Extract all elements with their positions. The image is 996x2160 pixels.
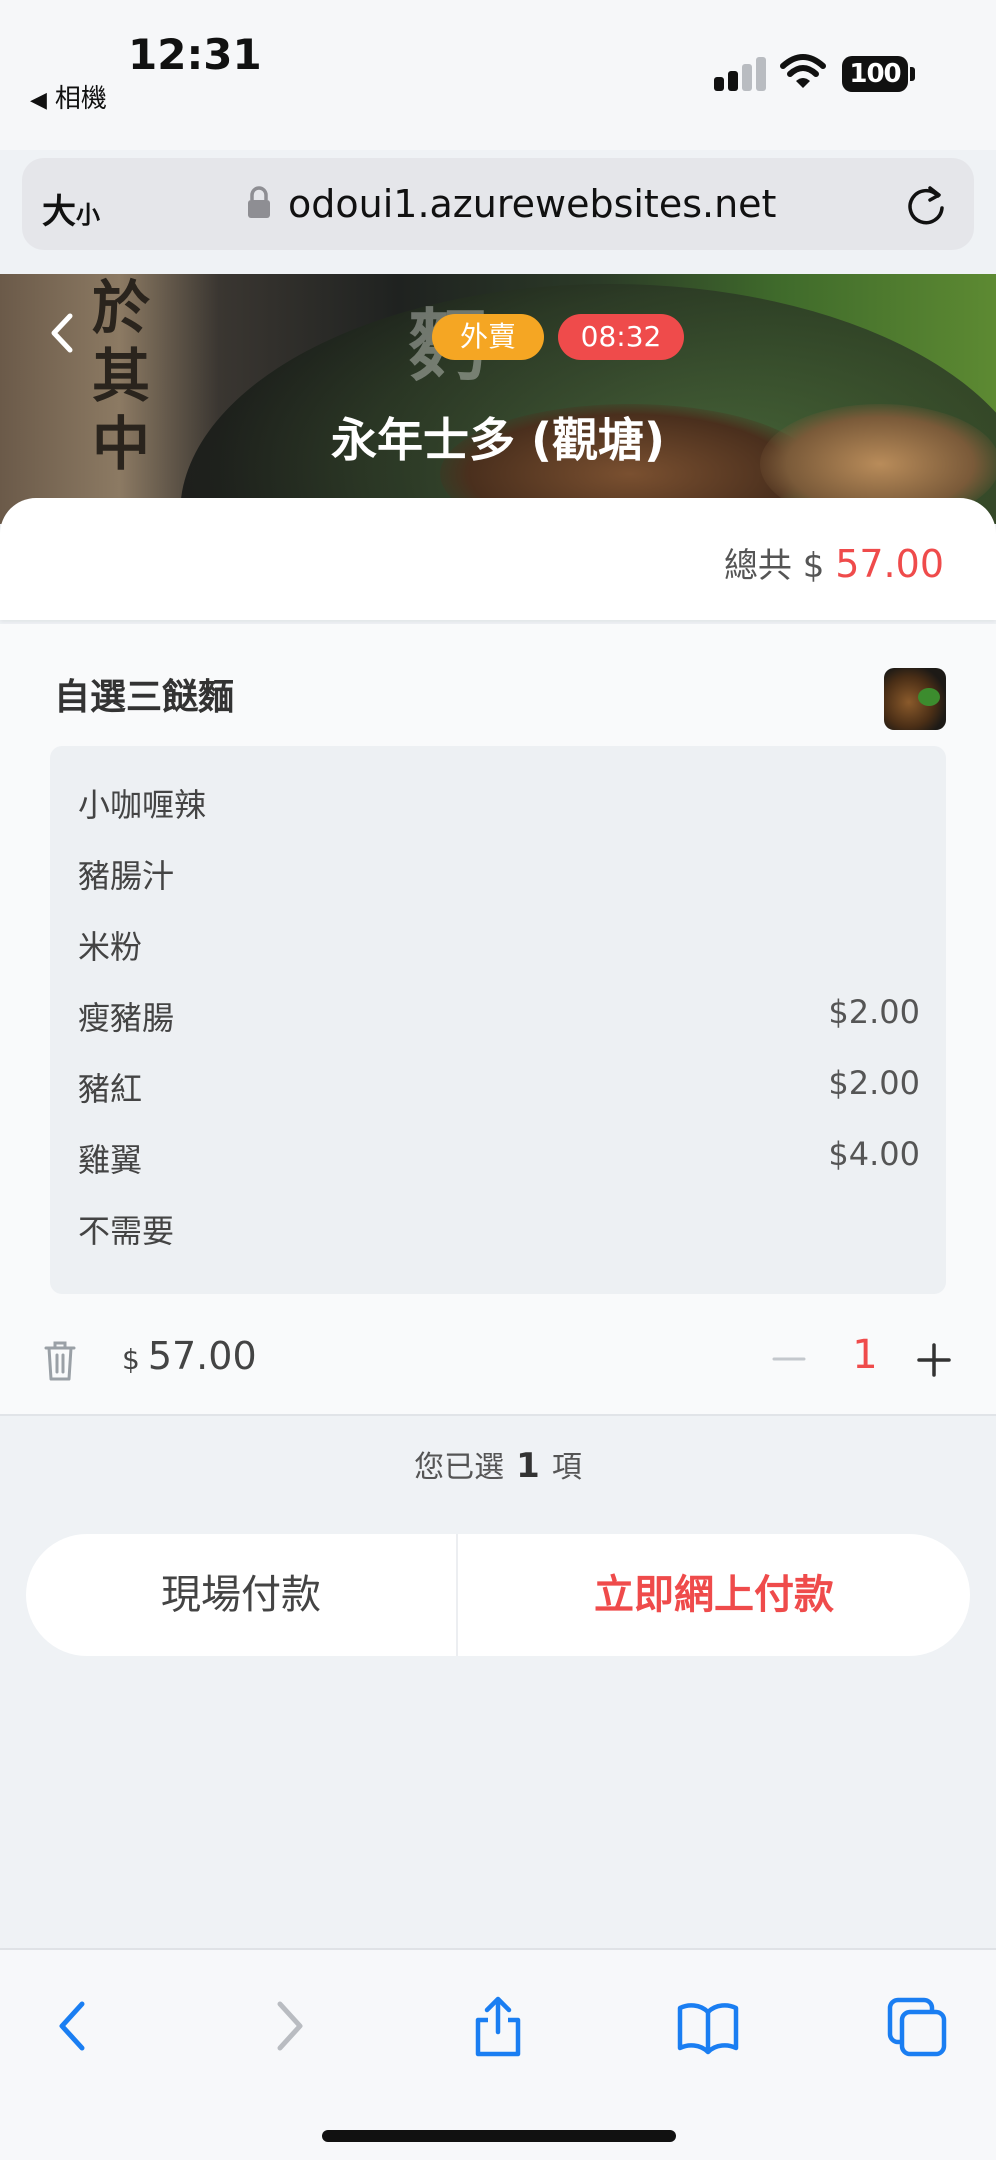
option-row: 小咖喱辣 xyxy=(78,780,920,830)
home-indicator[interactable] xyxy=(322,2130,676,2142)
divider xyxy=(0,1414,996,1416)
order-total-card: 總共 $ 57.00 xyxy=(0,498,996,620)
option-label: 雞翼 xyxy=(78,1141,143,1179)
item-options-list: 小咖喱辣 豬腸汁 米粉 瘦豬腸 $2.00 豬紅 $2.00 雞翼 $4.00 … xyxy=(50,746,946,1294)
url-text[interactable]: odoui1.azurewebsites.net xyxy=(288,182,776,226)
option-row: 瘦豬腸 $2.00 xyxy=(78,993,920,1043)
option-price: $2.00 xyxy=(828,1064,920,1102)
share-icon[interactable] xyxy=(466,1994,530,2058)
option-row: 米粉 xyxy=(78,922,920,972)
browser-toolbar xyxy=(0,1948,996,2160)
option-row: 豬腸汁 xyxy=(78,851,920,901)
item-line-price: $57.00 xyxy=(122,1334,257,1378)
forward-icon[interactable] xyxy=(256,1994,320,2058)
item-name: 自選三餸麵 xyxy=(54,677,235,718)
currency-symbol: $ xyxy=(122,1343,140,1376)
back-to-app-link[interactable]: ◀ 相機 xyxy=(30,78,107,115)
order-type-badge: 外賣 xyxy=(432,314,544,360)
option-row: 雞翼 $4.00 xyxy=(78,1135,920,1185)
status-time: 12:31 xyxy=(128,30,262,79)
option-row: 豬紅 $2.00 xyxy=(78,1064,920,1114)
option-label: 豬紅 xyxy=(78,1070,143,1108)
total-label: 總共 $ xyxy=(723,546,825,586)
item-thumbnail[interactable] xyxy=(884,668,946,730)
pay-on-site-button[interactable]: 現場付款 xyxy=(26,1534,456,1656)
increase-quantity-icon[interactable] xyxy=(916,1342,952,1378)
back-icon[interactable] xyxy=(42,1994,106,2058)
option-label: 米粉 xyxy=(78,928,143,966)
reload-icon[interactable] xyxy=(902,180,950,228)
option-label: 瘦豬腸 xyxy=(78,999,175,1037)
cellular-signal-icon xyxy=(714,57,770,91)
selected-count: 1 xyxy=(516,1446,540,1486)
battery-indicator: 100 xyxy=(842,56,908,92)
option-label: 不需要 xyxy=(78,1212,175,1250)
cart-item-card: 自選三餸麵 小咖喱辣 豬腸汁 米粉 瘦豬腸 $2.00 豬紅 $2.00 雞翼 … xyxy=(0,624,996,1414)
pickup-time-badge: 08:32 xyxy=(558,314,684,360)
shop-banner: 於其中 麪 外賣 08:32 永年士多 (觀塘) xyxy=(0,274,996,524)
address-bar[interactable]: 大小 odoui1.azurewebsites.net xyxy=(22,158,974,250)
pay-online-button[interactable]: 立即網上付款 xyxy=(458,1534,970,1656)
text-size-button[interactable]: 大小 xyxy=(42,184,100,233)
quantity-value: 1 xyxy=(852,1332,878,1378)
option-price: $4.00 xyxy=(828,1135,920,1173)
option-label: 豬腸汁 xyxy=(78,857,175,895)
bookmarks-icon[interactable] xyxy=(676,1994,740,2058)
option-row: 不需要 xyxy=(78,1206,920,1256)
battery-nub xyxy=(910,67,915,81)
back-app-label: 相機 xyxy=(54,84,107,114)
text-size-large-label: 大 xyxy=(42,192,76,232)
option-price: $2.00 xyxy=(828,993,920,1031)
line-price-value: 57.00 xyxy=(147,1334,257,1378)
order-total: 總共 $ 57.00 xyxy=(724,538,944,587)
total-amount: 57.00 xyxy=(835,542,944,586)
item-footer: $57.00 1 xyxy=(0,1314,996,1414)
shop-name: 永年士多 (觀塘) xyxy=(330,413,666,467)
text-size-small-label: 小 xyxy=(76,201,100,229)
selected-prefix: 您已選 xyxy=(414,1450,505,1485)
selected-count-summary: 您已選 1 項 xyxy=(0,1442,996,1486)
back-chevron-icon[interactable] xyxy=(44,308,80,358)
lock-icon xyxy=(248,186,270,218)
decrease-quantity-icon[interactable] xyxy=(772,1334,806,1384)
selected-suffix: 項 xyxy=(551,1450,582,1485)
wifi-icon xyxy=(780,54,826,88)
back-triangle-icon: ◀ xyxy=(30,88,47,113)
payment-buttons: 現場付款 立即網上付款 xyxy=(26,1534,970,1656)
trash-icon[interactable] xyxy=(42,1338,78,1382)
tabs-icon[interactable] xyxy=(886,1994,950,2058)
option-label: 小咖喱辣 xyxy=(78,786,207,824)
status-bar: 12:31 ◀ 相機 100 xyxy=(0,0,996,150)
